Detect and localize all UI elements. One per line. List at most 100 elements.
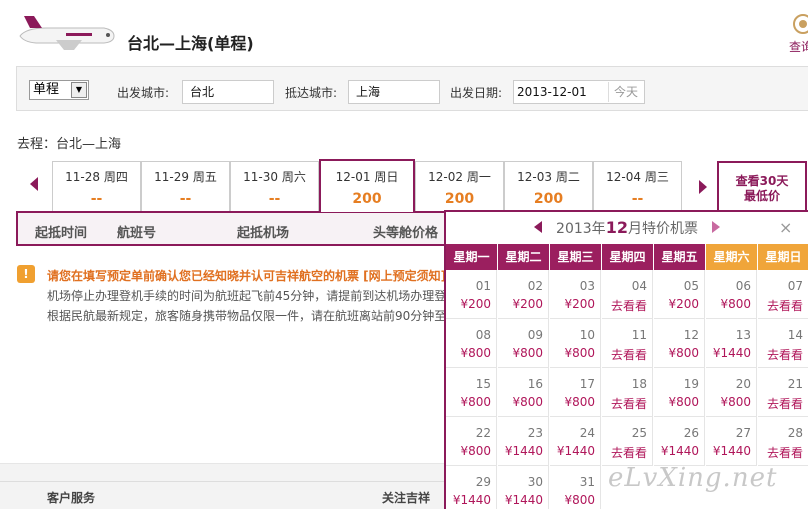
calendar-day-cell[interactable]: 23 ¥1440 bbox=[498, 417, 549, 466]
calendar-day-cell[interactable]: 22 ¥800 bbox=[446, 417, 497, 466]
calendar-day-cell[interactable]: 08 ¥800 bbox=[446, 319, 497, 368]
today-button[interactable]: 今天 bbox=[607, 82, 643, 102]
calendar-day-number: 27 bbox=[735, 426, 751, 440]
footer-customer-service[interactable]: 客户服务 bbox=[47, 489, 95, 506]
weekday-header: 星期二 bbox=[498, 244, 549, 270]
date-tab-active[interactable]: 12-01 周日 200 bbox=[319, 159, 415, 212]
trip-type-select[interactable]: 单程 ▼ bbox=[29, 80, 89, 100]
calendar-day-number: 26 bbox=[683, 426, 699, 440]
calendar-day-number: 09 bbox=[527, 328, 543, 342]
calendar-day-number: 30 bbox=[527, 475, 543, 489]
date-tab[interactable]: 12-02 周一 200 bbox=[415, 161, 504, 211]
calendar-day-price: ¥200 bbox=[460, 297, 491, 311]
lowest-30-days-button[interactable]: 查看30天 最低价 bbox=[717, 161, 807, 213]
calendar-day-cell[interactable]: 17 ¥800 bbox=[550, 368, 601, 417]
tab-price: -- bbox=[90, 191, 103, 207]
calendar-day-cell[interactable]: 01 ¥200 bbox=[446, 270, 497, 319]
calendar-day-cell[interactable]: 29 ¥1440 bbox=[446, 466, 497, 509]
calendar-day-price: ¥800 bbox=[668, 395, 699, 409]
col-airport[interactable]: 起抵机场 bbox=[237, 222, 289, 241]
tab-date: 11-28 周四 bbox=[65, 170, 128, 184]
airline-logo-icon bbox=[793, 14, 808, 34]
calendar-day-cell[interactable]: 18 去看看 bbox=[602, 368, 653, 417]
calendar-day-price: ¥800 bbox=[460, 346, 491, 360]
date-tab[interactable]: 12-04 周三 -- bbox=[593, 161, 682, 211]
calendar-day-number: 05 bbox=[683, 279, 699, 293]
calendar-day-price: ¥800 bbox=[460, 444, 491, 458]
calendar-day-cell[interactable]: 07 去看看 bbox=[758, 270, 808, 319]
calendar-day-cell[interactable]: 24 ¥1440 bbox=[550, 417, 601, 466]
calendar-day-cell[interactable]: 13 ¥1440 bbox=[706, 319, 757, 368]
footer-follow-us[interactable]: 关注吉祥 bbox=[382, 489, 430, 506]
depart-date-input[interactable]: 2013-12-01 今天 bbox=[513, 80, 645, 104]
calendar-day-number: 12 bbox=[683, 328, 699, 342]
calendar-day-price: ¥800 bbox=[720, 395, 751, 409]
calendar-day-number: 29 bbox=[475, 475, 491, 489]
page-title: 台北—上海(单程) bbox=[127, 34, 254, 53]
next-dates-icon[interactable] bbox=[699, 180, 707, 194]
calendar-day-cell[interactable]: 03 ¥200 bbox=[550, 270, 601, 319]
calendar-day-price: 去看看 bbox=[766, 446, 803, 460]
calendar-day-cell[interactable]: 04 去看看 bbox=[602, 270, 653, 319]
booking-notice[interactable]: 请您在填写预定单前确认您已经知晓并认可吉祥航空的机票 [网上预定须知] bbox=[47, 267, 447, 284]
calendar-day-number: 16 bbox=[527, 377, 543, 391]
calendar-day-price: 去看看 bbox=[766, 299, 803, 313]
calendar-day-cell[interactable]: 19 ¥800 bbox=[654, 368, 705, 417]
calendar-day-number: 08 bbox=[475, 328, 491, 342]
close-icon[interactable]: × bbox=[779, 218, 792, 237]
lowest-30-line2: 最低价 bbox=[743, 189, 780, 203]
weekday-header: 星期四 bbox=[602, 244, 653, 270]
col-price[interactable]: 头等舱价格 bbox=[373, 222, 438, 241]
calendar-day-number: 28 bbox=[787, 426, 803, 440]
chevron-down-icon[interactable]: ▼ bbox=[71, 82, 87, 98]
calendar-day-cell[interactable]: 09 ¥800 bbox=[498, 319, 549, 368]
calendar-day-price: ¥200 bbox=[668, 297, 699, 311]
calendar-day-cell[interactable]: 16 ¥800 bbox=[498, 368, 549, 417]
calendar-day-price: 去看看 bbox=[766, 348, 803, 362]
tab-price: -- bbox=[631, 191, 644, 207]
calendar-day-price: 去看看 bbox=[610, 348, 647, 362]
calendar-day-cell[interactable]: 28 去看看 bbox=[758, 417, 808, 466]
checkin-note: 机场停止办理登机手续的时间为航班起飞前45分钟，请提前到达机场办理登机手续。 bbox=[47, 289, 447, 303]
calendar-day-cell[interactable]: 31 ¥800 bbox=[550, 466, 601, 509]
calendar-day-cell[interactable]: 20 ¥800 bbox=[706, 368, 757, 417]
calendar-day-cell[interactable]: 05 ¥200 bbox=[654, 270, 705, 319]
col-time[interactable]: 起抵时间 bbox=[35, 222, 87, 241]
date-tab[interactable]: 11-29 周五 -- bbox=[141, 161, 230, 211]
calendar-day-cell[interactable]: 02 ¥200 bbox=[498, 270, 549, 319]
trip-type-value: 单程 bbox=[33, 82, 60, 97]
col-flight[interactable]: 航班号 bbox=[117, 222, 156, 241]
from-city-input[interactable]: 台北 bbox=[182, 80, 274, 104]
prev-dates-icon[interactable] bbox=[30, 177, 38, 191]
calendar-day-cell[interactable]: 10 ¥800 bbox=[550, 319, 601, 368]
calendar-day-cell[interactable]: 26 ¥1440 bbox=[654, 417, 705, 466]
calendar-title: 2013年12月特价机票 bbox=[446, 212, 808, 244]
calendar-day-cell[interactable]: 25 去看看 bbox=[602, 417, 653, 466]
calendar-day-cell[interactable]: 11 去看看 bbox=[602, 319, 653, 368]
tab-price: -- bbox=[268, 191, 281, 207]
date-tab[interactable]: 11-28 周四 -- bbox=[52, 161, 141, 211]
calendar-day-number: 31 bbox=[579, 475, 595, 489]
date-tab[interactable]: 12-03 周二 200 bbox=[504, 161, 593, 211]
calendar-day-number: 03 bbox=[579, 279, 595, 293]
calendar-day-number: 25 bbox=[631, 426, 647, 440]
calendar-day-cell[interactable]: 27 ¥1440 bbox=[706, 417, 757, 466]
calendar-day-price: ¥1440 bbox=[712, 346, 751, 360]
calendar-day-cell[interactable]: 14 去看看 bbox=[758, 319, 808, 368]
calendar-day-price: ¥800 bbox=[512, 395, 543, 409]
calendar-day-cell[interactable]: 12 ¥800 bbox=[654, 319, 705, 368]
calendar-day-number: 01 bbox=[475, 279, 491, 293]
next-month-icon[interactable] bbox=[712, 221, 720, 233]
calendar-day-number: 04 bbox=[631, 279, 647, 293]
calendar-day-cell[interactable]: 06 ¥800 bbox=[706, 270, 757, 319]
calendar-day-cell[interactable]: 30 ¥1440 bbox=[498, 466, 549, 509]
calendar-day-cell[interactable]: 15 ¥800 bbox=[446, 368, 497, 417]
query-link[interactable]: 查询 bbox=[789, 38, 808, 55]
calendar-day-cell[interactable]: 21 去看看 bbox=[758, 368, 808, 417]
tab-price: 200 bbox=[352, 191, 382, 207]
date-tab[interactable]: 11-30 周六 -- bbox=[230, 161, 319, 211]
to-city-input[interactable]: 上海 bbox=[348, 80, 440, 104]
calendar-day-price: ¥800 bbox=[564, 346, 595, 360]
warning-icon: ! bbox=[17, 265, 35, 283]
calendar-day-price: ¥800 bbox=[720, 297, 751, 311]
